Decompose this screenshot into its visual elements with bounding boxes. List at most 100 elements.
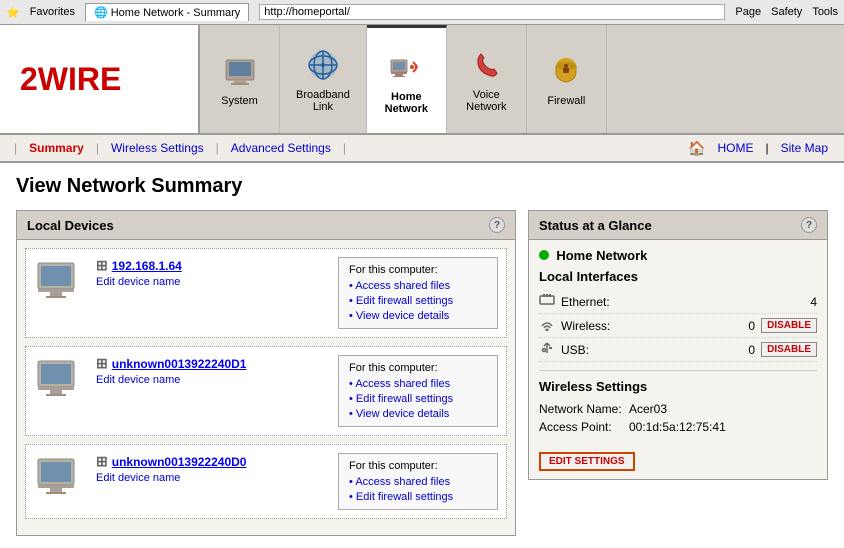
- nav-item-home-network[interactable]: HomeNetwork: [367, 25, 447, 133]
- computer-icon-2: [34, 355, 86, 403]
- subnav-home-link[interactable]: HOME: [712, 139, 760, 157]
- nav-label-voice-network: VoiceNetwork: [466, 89, 506, 113]
- main-nav: System BroadbandLink: [200, 25, 844, 133]
- access-point-row: Access Point: 00:1d:5a:12:75:41: [539, 418, 817, 436]
- list-item: ⊞ unknown0013922240D0 Edit device name F…: [25, 444, 507, 519]
- subnav-divider-home: |: [766, 141, 769, 155]
- access-point-label: Access Point:: [539, 420, 629, 434]
- view-device-details-2[interactable]: View device details: [349, 408, 487, 420]
- nav-label-broadband: BroadbandLink: [296, 89, 350, 113]
- status-panel: Status at a Glance ? Home Network Local …: [528, 210, 828, 480]
- ethernet-row: Ethernet: 4: [539, 290, 817, 314]
- view-device-details-1[interactable]: View device details: [349, 310, 487, 322]
- list-item: ⊞ 192.168.1.64 Edit device name For this…: [25, 248, 507, 338]
- nav-item-broadband[interactable]: BroadbandLink: [280, 25, 367, 133]
- computer-icon-3: [34, 453, 86, 501]
- system-icon: [220, 51, 260, 91]
- page-menu[interactable]: Page: [735, 6, 761, 18]
- ethernet-label: Ethernet:: [561, 295, 810, 309]
- subnav-divider-1: |: [96, 141, 99, 155]
- favorites-icon: ⭐: [6, 6, 20, 19]
- subnav-advanced-settings[interactable]: Advanced Settings: [225, 139, 337, 157]
- usb-icon: [539, 341, 555, 358]
- for-label-3: For this computer:: [349, 460, 487, 472]
- computer-icon-1: [34, 257, 86, 305]
- edit-device-name-1[interactable]: Edit device name: [96, 276, 180, 288]
- green-status-dot: [539, 250, 549, 260]
- access-shared-files-2[interactable]: Access shared files: [349, 378, 487, 390]
- wireless-disable-button[interactable]: DISABLE: [761, 318, 817, 333]
- edit-settings-row: EDIT SETTINGS: [539, 444, 817, 471]
- subnav-wireless-settings[interactable]: Wireless Settings: [105, 139, 210, 157]
- device-info-3: ⊞ unknown0013922240D0 Edit device name: [96, 453, 328, 484]
- nav-label-home-network: HomeNetwork: [385, 91, 428, 115]
- device-name-2: ⊞ unknown0013922240D1: [96, 355, 328, 372]
- edit-firewall-settings-1[interactable]: Edit firewall settings: [349, 295, 487, 307]
- network-label: Home Network: [556, 248, 647, 263]
- sub-nav: | Summary | Wireless Settings | Advanced…: [0, 135, 844, 163]
- device-ip-link-3[interactable]: unknown0013922240D0: [112, 455, 247, 469]
- device-links-box-2: For this computer: Access shared files E…: [338, 355, 498, 427]
- home-network-icon: [386, 47, 426, 87]
- network-name-value: Acer03: [629, 402, 667, 416]
- local-devices-header: Local Devices ?: [17, 211, 515, 240]
- device-name-1: ⊞ 192.168.1.64: [96, 257, 328, 274]
- edit-device-name-2[interactable]: Edit device name: [96, 374, 180, 386]
- address-bar[interactable]: [259, 4, 725, 20]
- edit-firewall-settings-2[interactable]: Edit firewall settings: [349, 393, 487, 405]
- usb-row: USB: 0 DISABLE: [539, 338, 817, 362]
- logo-text: 2WIRE: [20, 61, 121, 97]
- app-header: 2WIRE System: [0, 25, 844, 135]
- local-interfaces-title: Local Interfaces: [539, 269, 817, 284]
- ethernet-value: 4: [810, 295, 817, 309]
- subnav-summary[interactable]: Summary: [23, 139, 90, 157]
- edit-settings-button[interactable]: EDIT SETTINGS: [539, 452, 635, 471]
- network-name-row: Network Name: Acer03: [539, 400, 817, 418]
- status-help[interactable]: ?: [801, 217, 817, 233]
- access-shared-files-1[interactable]: Access shared files: [349, 280, 487, 292]
- for-label-2: For this computer:: [349, 362, 487, 374]
- device-name-3: ⊞ unknown0013922240D0: [96, 453, 328, 470]
- main-layout: Local Devices ? ⊞ 19: [16, 210, 828, 536]
- subnav-right: 🏠 HOME | Site Map: [688, 139, 834, 157]
- device-links-box-1: For this computer: Access shared files E…: [338, 257, 498, 329]
- access-shared-files-3[interactable]: Access shared files: [349, 476, 487, 488]
- browser-tab[interactable]: 🌐 Home Network - Summary: [85, 3, 249, 21]
- network-icon-1: ⊞: [96, 257, 108, 274]
- device-info-2: ⊞ unknown0013922240D1 Edit device name: [96, 355, 328, 386]
- wireless-value: 0: [748, 319, 755, 333]
- list-item: ⊞ unknown0013922240D1 Edit device name F…: [25, 346, 507, 436]
- local-devices-panel: Local Devices ? ⊞ 19: [16, 210, 516, 536]
- local-devices-help[interactable]: ?: [489, 217, 505, 233]
- device-ip-link-1[interactable]: 192.168.1.64: [112, 259, 182, 273]
- status-title: Status at a Glance: [539, 218, 652, 233]
- network-name-label: Network Name:: [539, 402, 629, 416]
- subnav-divider-2: |: [216, 141, 219, 155]
- device-info-1: ⊞ 192.168.1.64 Edit device name: [96, 257, 328, 288]
- edit-device-name-3[interactable]: Edit device name: [96, 472, 180, 484]
- status-divider: [539, 370, 817, 371]
- local-devices-body: ⊞ 192.168.1.64 Edit device name For this…: [17, 240, 515, 535]
- tools-menu[interactable]: Tools: [812, 6, 838, 18]
- nav-item-system[interactable]: System: [200, 25, 280, 133]
- access-point-value: 00:1d:5a:12:75:41: [629, 420, 726, 434]
- voice-icon: [466, 45, 506, 85]
- subnav-sitemap-link[interactable]: Site Map: [775, 139, 834, 157]
- usb-disable-button[interactable]: DISABLE: [761, 342, 817, 357]
- usb-value: 0: [748, 343, 755, 357]
- browser-bar: ⭐ Favorites 🌐 Home Network - Summary Pag…: [0, 0, 844, 25]
- status-body: Home Network Local Interfaces Ethernet:: [529, 240, 827, 479]
- nav-label-firewall: Firewall: [547, 95, 585, 107]
- nav-item-firewall[interactable]: Firewall: [527, 25, 607, 133]
- status-header: Status at a Glance ?: [529, 211, 827, 240]
- tab-icon: 🌐: [94, 7, 108, 19]
- app-logo: 2WIRE: [20, 61, 121, 98]
- safety-menu[interactable]: Safety: [771, 6, 802, 18]
- wireless-icon-small: [539, 317, 555, 334]
- network-icon-2: ⊞: [96, 355, 108, 372]
- device-ip-link-2[interactable]: unknown0013922240D1: [112, 357, 247, 371]
- edit-firewall-settings-3[interactable]: Edit firewall settings: [349, 491, 487, 503]
- subnav-divider-left: |: [14, 141, 17, 155]
- nav-item-voice-network[interactable]: VoiceNetwork: [447, 25, 527, 133]
- wireless-row: Wireless: 0 DISABLE: [539, 314, 817, 338]
